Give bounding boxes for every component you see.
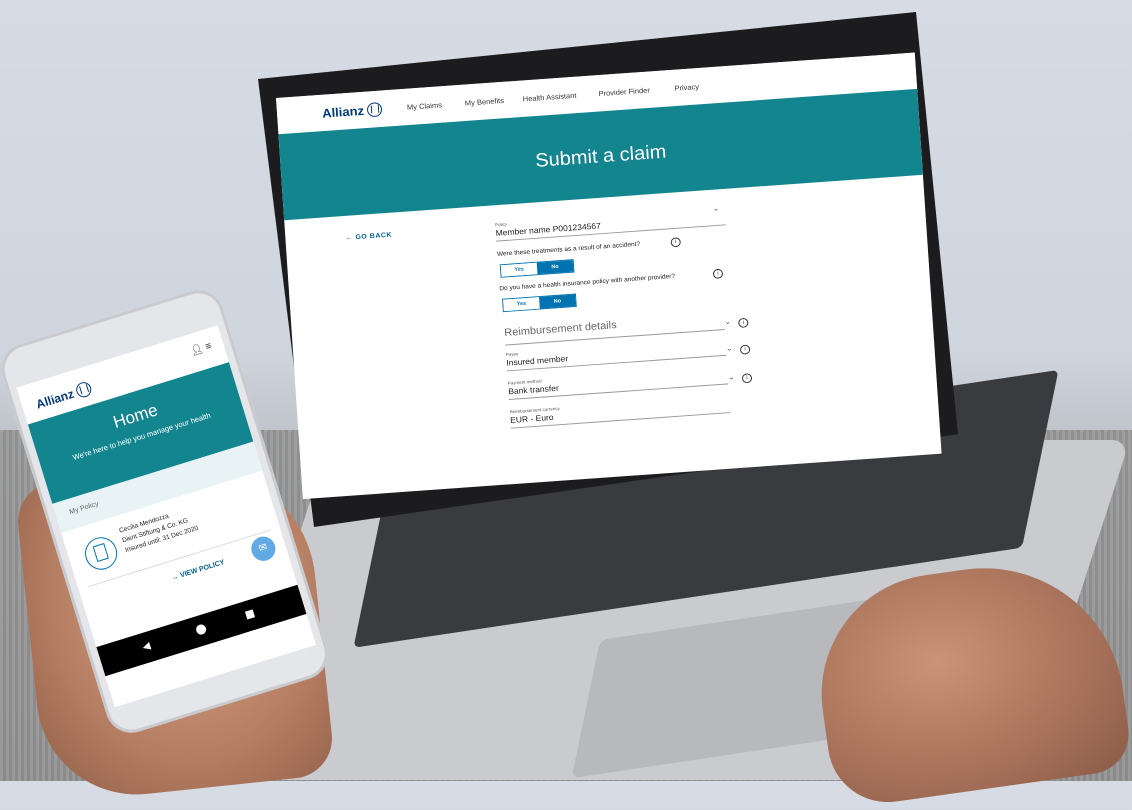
nav-health-assistant[interactable]: Health Assistant [522,91,576,103]
allianz-logo[interactable]: Allianz [322,102,383,121]
nav-provider-finder[interactable]: Provider Finder [598,86,650,98]
other-policy-yes-button[interactable]: Yes [503,297,540,312]
accident-yes-button[interactable]: Yes [500,262,538,277]
recent-apps-icon[interactable] [244,609,256,620]
laptop-screen: Allianz My Claims My Benefits Health Ass… [276,52,942,500]
nav-my-claims[interactable]: My Claims [407,101,443,112]
accident-no-button[interactable]: No [536,260,574,275]
policy-label: Policy [494,221,508,228]
nav-privacy[interactable]: Privacy [674,82,699,92]
info-icon[interactable]: i [712,268,724,279]
chevron-down-icon[interactable]: ⌄ [724,317,731,326]
page-title: Submit a claim [534,141,667,172]
info-icon[interactable]: i [741,373,753,384]
phone-header-icons: 👤︎ ≡ [189,341,213,358]
menu-icon[interactable]: ≡ [204,341,213,353]
policy-document-icon [80,533,122,574]
back-icon[interactable]: ◀ [141,641,152,654]
currency-select[interactable]: EUR - Euro [510,412,554,425]
chat-icon[interactable]: ✉︎ [248,533,279,564]
allianz-logo-icon [74,380,93,400]
reimbursement-heading: Reimbursement details [503,319,618,339]
other-policy-toggle: Yes No [502,293,577,313]
chevron-down-icon[interactable]: ⌄ [726,344,733,353]
chevron-down-icon[interactable]: ⌄ [728,372,735,381]
go-back-link[interactable]: ← GO BACK [345,232,392,242]
chevron-down-icon[interactable]: ⌄ [712,204,719,213]
view-policy-link[interactable]: → VIEW POLICY [171,559,226,582]
info-icon[interactable]: i [670,237,682,248]
nav-my-benefits[interactable]: My Benefits [465,96,505,107]
home-icon[interactable] [194,623,208,636]
other-policy-no-button[interactable]: No [539,294,576,309]
accident-toggle: Yes No [499,259,575,278]
allianz-logo-icon [366,102,383,118]
my-policy-label: My Policy [68,500,100,517]
info-icon[interactable]: i [738,317,749,329]
info-icon[interactable]: i [739,344,751,355]
user-icon[interactable]: 👤︎ [189,343,204,357]
accident-question: Were these treatments as a result of an … [496,240,641,258]
